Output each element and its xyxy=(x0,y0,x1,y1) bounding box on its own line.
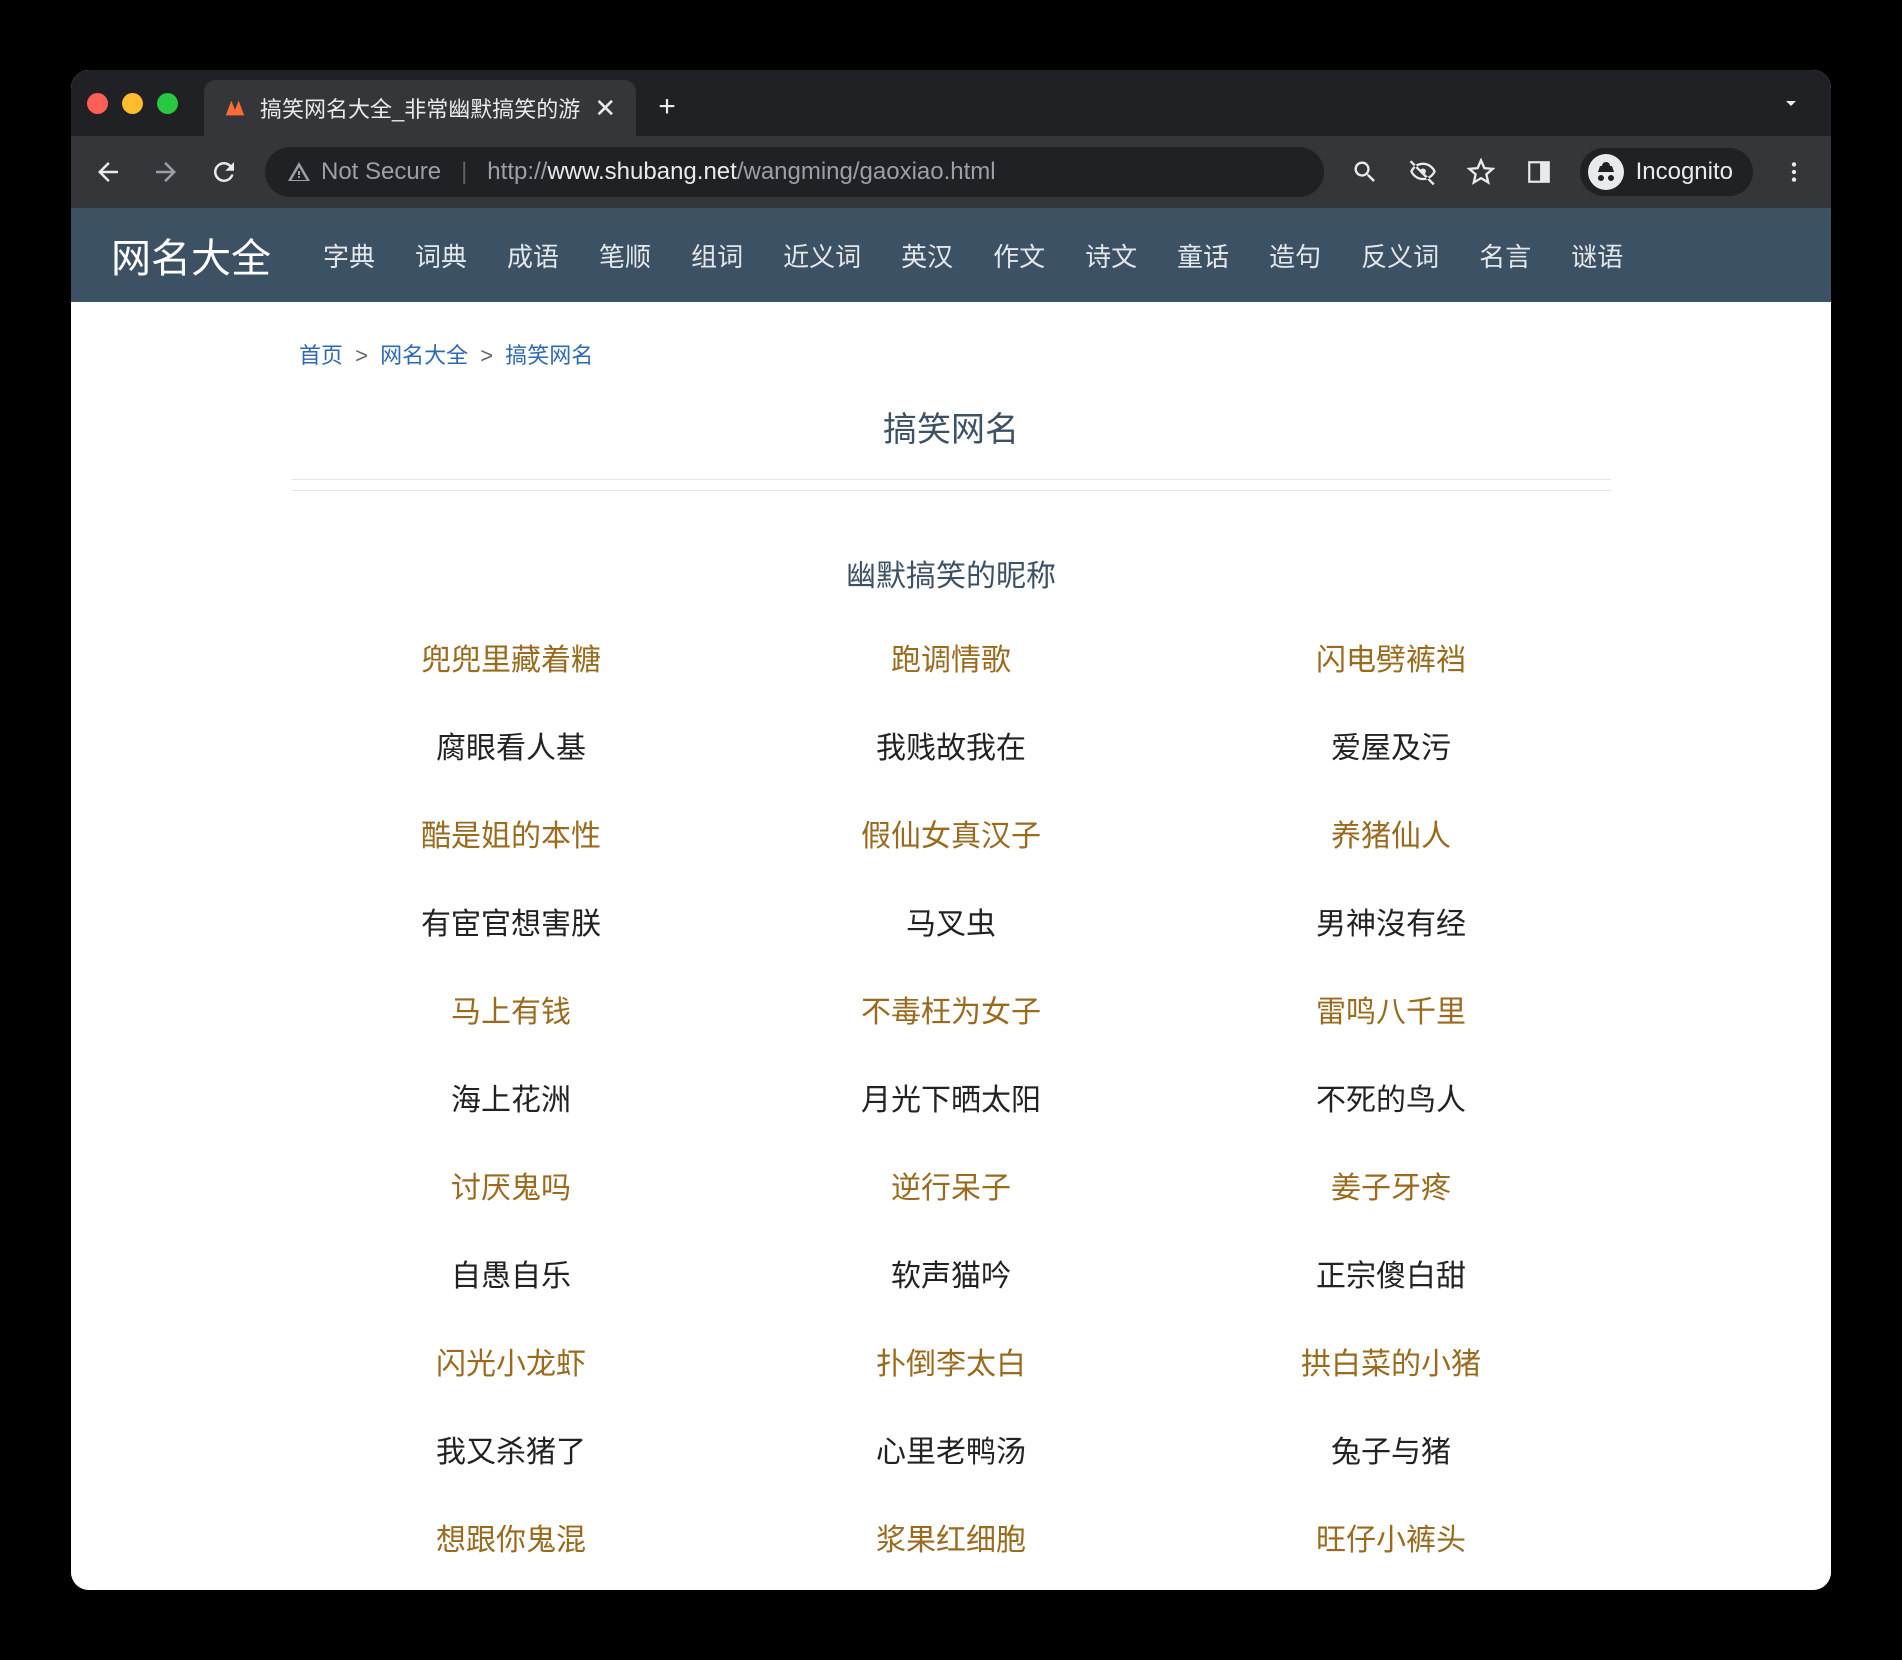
warning-icon xyxy=(287,160,311,184)
name-item[interactable]: 逆行呆子 xyxy=(731,1163,1171,1207)
security-warning[interactable]: Not Secure xyxy=(287,158,441,186)
breadcrumb-sep: > xyxy=(480,343,493,368)
section-subtitle: 幽默搞笑的昵称 xyxy=(291,491,1611,635)
name-item[interactable]: 自愚自乐 xyxy=(291,1251,731,1295)
nav-link[interactable]: 英汉 xyxy=(901,237,953,274)
menu-button[interactable] xyxy=(1777,155,1811,189)
breadcrumb-sep: > xyxy=(355,343,368,368)
nav-link[interactable]: 童话 xyxy=(1177,237,1229,274)
eye-off-icon[interactable] xyxy=(1406,155,1440,189)
name-item[interactable]: 马上有钱 xyxy=(291,987,731,1031)
url-input[interactable]: Not Secure | http://www.shubang.net/wang… xyxy=(265,147,1324,197)
nav-link[interactable]: 词典 xyxy=(415,237,467,274)
new-tab-button[interactable]: + xyxy=(658,90,676,124)
name-item[interactable]: 旺仔小裤头 xyxy=(1171,1515,1611,1559)
forward-button[interactable] xyxy=(149,155,183,189)
content-area: 首页 > 网名大全 > 搞笑网名 搞笑网名 幽默搞笑的昵称 兜兜里藏着糖跑调情歌… xyxy=(291,302,1611,1590)
nav-link[interactable]: 组词 xyxy=(691,237,743,274)
name-item[interactable]: 浆果红细胞 xyxy=(731,1515,1171,1559)
name-item[interactable]: 假仙女真汉子 xyxy=(731,811,1171,855)
zoom-icon[interactable] xyxy=(1348,155,1382,189)
site-title[interactable]: 网名大全 xyxy=(111,226,271,284)
favicon-icon xyxy=(222,95,248,121)
nav-link[interactable]: 谜语 xyxy=(1571,237,1623,274)
name-item[interactable]: 爱屋及污 xyxy=(1171,723,1611,767)
name-item[interactable]: 雷鸣八千里 xyxy=(1171,987,1611,1031)
name-item[interactable]: 姜子牙疼 xyxy=(1171,1163,1611,1207)
name-item[interactable]: 闪电劈裤裆 xyxy=(1171,635,1611,679)
name-item[interactable]: 酷是姐的本性 xyxy=(291,811,731,855)
nav-links: 字典 词典 成语 笔顺 组词 近义词 英汉 作文 诗文 童话 造句 反义词 名言 谜语 xyxy=(323,237,1623,274)
tab-title: 搞笑网名大全_非常幽默搞笑的游 xyxy=(260,92,580,124)
name-item[interactable]: 有宦官想害朕 xyxy=(291,899,731,943)
name-item[interactable]: 扑倒李太白 xyxy=(731,1339,1171,1383)
address-bar: Not Secure | http://www.shubang.net/wang… xyxy=(71,136,1831,208)
browser-window: 搞笑网名大全_非常幽默搞笑的游 ✕ + Not Secure | http://… xyxy=(71,70,1831,1590)
url-divider: | xyxy=(461,158,467,186)
name-item[interactable]: 拱白菜的小猪 xyxy=(1171,1339,1611,1383)
name-item[interactable]: 软声猫吟 xyxy=(731,1251,1171,1295)
breadcrumb-current[interactable]: 搞笑网名 xyxy=(505,343,593,368)
name-item[interactable]: 跑调情歌 xyxy=(731,635,1171,679)
incognito-indicator[interactable]: Incognito xyxy=(1580,148,1753,196)
minimize-window-button[interactable] xyxy=(122,93,143,114)
name-item[interactable]: 闪光小龙虾 xyxy=(291,1339,731,1383)
name-item[interactable]: 兔子与猪 xyxy=(1171,1427,1611,1471)
name-item[interactable]: 兜兜里藏着糖 xyxy=(291,635,731,679)
breadcrumb-category[interactable]: 网名大全 xyxy=(380,343,468,368)
toolbar-right: Incognito xyxy=(1348,148,1811,196)
name-item[interactable]: 讨厌鬼吗 xyxy=(291,1163,731,1207)
close-window-button[interactable] xyxy=(87,93,108,114)
name-item[interactable]: 海上花洲 xyxy=(291,1075,731,1119)
nav-link[interactable]: 诗文 xyxy=(1085,237,1137,274)
breadcrumb-home[interactable]: 首页 xyxy=(299,343,343,368)
name-item[interactable]: 腐眼看人基 xyxy=(291,723,731,767)
names-grid: 兜兜里藏着糖跑调情歌闪电劈裤裆腐眼看人基我贱故我在爱屋及污酷是姐的本性假仙女真汉… xyxy=(291,635,1611,1590)
name-item[interactable]: 养猪仙人 xyxy=(1171,811,1611,855)
name-item[interactable]: 不毒枉为女子 xyxy=(731,987,1171,1031)
name-item[interactable]: 我贱故我在 xyxy=(731,723,1171,767)
window-controls xyxy=(87,93,178,114)
name-item[interactable]: 正宗傻白甜 xyxy=(1171,1251,1611,1295)
reload-button[interactable] xyxy=(207,155,241,189)
tab-strip: 搞笑网名大全_非常幽默搞笑的游 ✕ + xyxy=(71,70,1831,136)
incognito-icon xyxy=(1588,154,1624,190)
nav-link[interactable]: 笔顺 xyxy=(599,237,651,274)
tabs-dropdown-button[interactable] xyxy=(1779,91,1815,122)
incognito-label: Incognito xyxy=(1636,158,1733,186)
name-item[interactable]: 不死的鸟人 xyxy=(1171,1075,1611,1119)
page-viewport[interactable]: 网名大全 字典 词典 成语 笔顺 组词 近义词 英汉 作文 诗文 童话 造句 反义词 名言 谜语 首页 >… xyxy=(71,208,1831,1590)
name-item[interactable]: 马叉虫 xyxy=(731,899,1171,943)
name-item[interactable]: 我又杀猪了 xyxy=(291,1427,731,1471)
panel-icon[interactable] xyxy=(1522,155,1556,189)
nav-link[interactable]: 近义词 xyxy=(783,237,861,274)
site-nav: 网名大全 字典 词典 成语 笔顺 组词 近义词 英汉 作文 诗文 童话 造句 反义词 名言 谜语 xyxy=(71,208,1831,302)
browser-tab[interactable]: 搞笑网名大全_非常幽默搞笑的游 ✕ xyxy=(204,80,636,136)
breadcrumb: 首页 > 网名大全 > 搞笑网名 xyxy=(291,326,1611,390)
back-button[interactable] xyxy=(91,155,125,189)
name-item[interactable]: 月光下晒太阳 xyxy=(731,1075,1171,1119)
nav-link[interactable]: 反义词 xyxy=(1361,237,1439,274)
url-text: http://www.shubang.net/wangming/gaoxiao.… xyxy=(487,158,995,186)
nav-link[interactable]: 名言 xyxy=(1479,237,1531,274)
name-item[interactable]: 心里老鸭汤 xyxy=(731,1427,1171,1471)
name-item[interactable]: 想跟你鬼混 xyxy=(291,1515,731,1559)
maximize-window-button[interactable] xyxy=(157,93,178,114)
bookmark-star-icon[interactable] xyxy=(1464,155,1498,189)
page-title: 搞笑网名 xyxy=(291,390,1611,480)
nav-link[interactable]: 造句 xyxy=(1269,237,1321,274)
not-secure-label: Not Secure xyxy=(321,158,441,186)
nav-link[interactable]: 成语 xyxy=(507,237,559,274)
nav-link[interactable]: 作文 xyxy=(993,237,1045,274)
close-tab-button[interactable]: ✕ xyxy=(592,93,618,124)
nav-link[interactable]: 字典 xyxy=(323,237,375,274)
name-item[interactable]: 男神沒有经 xyxy=(1171,899,1611,943)
